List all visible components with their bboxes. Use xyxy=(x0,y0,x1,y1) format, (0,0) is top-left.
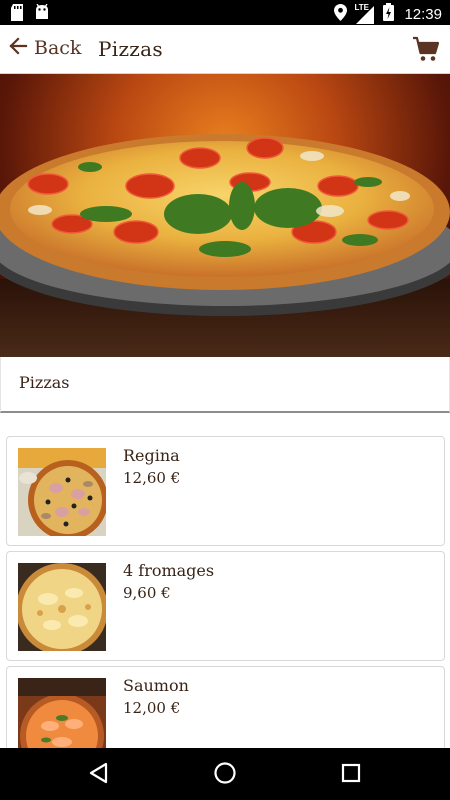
nav-home-button[interactable] xyxy=(213,761,237,789)
status-bar: LTE 12:39 xyxy=(0,0,450,25)
home-circle-icon xyxy=(213,762,237,789)
cart-icon xyxy=(412,36,440,67)
pizza-illustration xyxy=(0,134,450,357)
regina-pizza-image xyxy=(18,448,106,536)
four-cheese-pizza-image xyxy=(18,563,106,651)
nav-back-button[interactable] xyxy=(87,761,109,789)
product-price: 12,60 € xyxy=(123,469,181,487)
network-type-label: LTE xyxy=(354,2,369,12)
back-triangle-icon xyxy=(87,762,109,789)
battery-charging-icon xyxy=(383,3,395,26)
product-card[interactable]: Saumon 12,00 € xyxy=(6,666,445,748)
signal-icon: LTE xyxy=(354,2,376,24)
product-thumbnail xyxy=(18,678,106,748)
product-card[interactable]: Regina 12,60 € xyxy=(6,436,445,546)
product-name: 4 fromages xyxy=(123,561,215,580)
product-price: 9,60 € xyxy=(123,584,171,602)
sd-card-icon xyxy=(10,4,24,26)
app-bar: Back Pizzas xyxy=(0,25,450,74)
hero-pizza-image xyxy=(0,74,450,357)
android-icon xyxy=(34,3,50,26)
arrow-left-icon xyxy=(8,36,28,60)
status-left-icons xyxy=(10,3,50,26)
back-label: Back xyxy=(34,37,82,59)
status-right-icons: LTE 12:39 xyxy=(334,3,442,26)
location-icon xyxy=(334,3,348,26)
product-name: Saumon xyxy=(123,676,189,695)
nav-recents-button[interactable] xyxy=(340,761,362,789)
category-label: Pizzas xyxy=(19,373,70,392)
system-nav-bar xyxy=(0,748,450,800)
product-list[interactable]: Regina 12,60 € 4 fromages 9,60 € Saumon … xyxy=(0,414,450,748)
product-name: Regina xyxy=(123,446,180,465)
salmon-pizza-image xyxy=(18,678,106,748)
product-thumbnail xyxy=(18,563,106,651)
status-time: 12:39 xyxy=(404,6,442,23)
product-thumbnail xyxy=(18,448,106,536)
product-price: 12,00 € xyxy=(123,699,181,717)
category-header: Pizzas xyxy=(0,357,450,413)
cart-button[interactable] xyxy=(412,35,440,67)
back-button[interactable]: Back xyxy=(8,36,81,60)
product-card[interactable]: 4 fromages 9,60 € xyxy=(6,551,445,661)
recents-square-icon xyxy=(340,763,362,789)
page-title: Pizzas xyxy=(98,37,163,61)
